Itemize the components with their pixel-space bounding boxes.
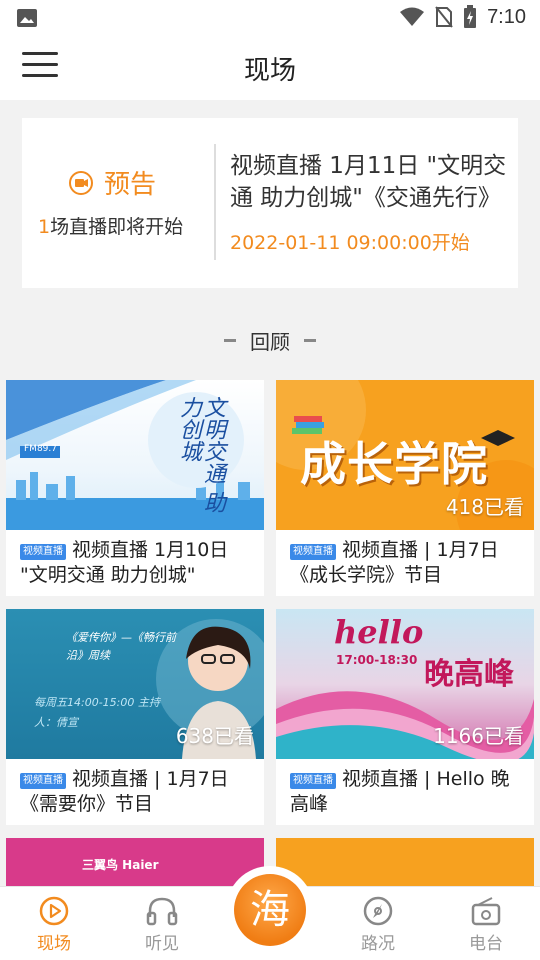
battery-charging-icon <box>464 5 477 28</box>
thumbnail-title: 晚高峰 <box>424 657 514 692</box>
upcoming-number: 1 <box>38 216 51 238</box>
thumbnail-title: 成长学院 <box>300 437 488 491</box>
video-live-tag: 视频直播 <box>290 773 336 789</box>
play-circle-icon <box>39 896 69 926</box>
upcoming-title: 视频直播 1月11日 "文明交通 助力创城"《交通先行》 <box>230 153 507 211</box>
video-card[interactable]: hello 17:00-18:30 晚高峰 1166已看 视频直播 视频直播 |… <box>276 609 534 825</box>
nav-item-radio[interactable]: 电台 <box>446 887 526 960</box>
video-thumbnail: hello 17:00-18:30 晚高峰 1166已看 <box>276 609 534 759</box>
video-live-tag: 视频直播 <box>20 773 66 789</box>
video-card[interactable]: FM89.7 文明交通 助力创城 视频直播 视频直播 1月10日 "文明交通 助… <box>6 380 264 596</box>
no-sim-icon <box>435 6 453 28</box>
thumbnail-hello: hello <box>334 613 424 651</box>
compass-icon <box>363 896 393 926</box>
view-count: 418已看 <box>445 495 524 519</box>
upcoming-count: 1场直播即将开始 <box>38 212 183 239</box>
dash <box>224 339 236 342</box>
center-home-button[interactable]: 海 <box>226 866 314 954</box>
video-thumbnail: 成长学院 418已看 <box>276 380 534 530</box>
video-card[interactable] <box>276 838 534 886</box>
review-section-header: 回顾 <box>0 326 540 355</box>
thumbnail-caption: 17:00-18:30 <box>336 653 418 667</box>
video-thumbnail <box>276 838 534 886</box>
image-icon <box>17 9 37 27</box>
nav-label: 电台 <box>469 934 503 954</box>
video-card[interactable]: 成长学院 418已看 视频直播 视频直播 | 1月7日《成长学院》节目 <box>276 380 534 596</box>
video-live-tag: 视频直播 <box>290 544 336 560</box>
radio-icon <box>471 897 501 926</box>
preview-badge: 预告 <box>104 170 157 200</box>
clock: 7:10 <box>487 5 526 28</box>
video-card[interactable]: 《爱传你》—《畅行前沿》周续 每周五14:00-15:00 主持人：倩宣 638… <box>6 609 264 825</box>
headphones-icon <box>146 897 178 926</box>
nav-label: 现场 <box>37 934 71 954</box>
nav-item-traffic[interactable]: 路况 <box>338 887 418 960</box>
thumbnail-title: 《爱传你》—《畅行前沿》周续 <box>66 631 176 662</box>
wifi-icon <box>400 7 425 26</box>
thumbnail-title: 三翼鸟 Haier <box>82 858 159 872</box>
nav-label: 路况 <box>361 934 395 954</box>
upcoming-time: 2022-01-11 09:00:00开始 <box>230 232 470 254</box>
nav-label: 听见 <box>145 934 179 954</box>
thumbnail-title: 文明交通 助力创城 <box>176 396 225 513</box>
nav-item-listen[interactable]: 听见 <box>122 887 202 960</box>
dash <box>304 339 316 342</box>
video-card[interactable]: 三翼鸟 Haier <box>6 838 264 886</box>
section-label: 回顾 <box>250 330 290 354</box>
upcoming-live-card[interactable]: 预告 1场直播即将开始 视频直播 1月11日 "文明交通 助力创城"《交通先行》… <box>22 118 518 288</box>
upcoming-summary: 预告 1场直播即将开始 <box>22 118 214 288</box>
upcoming-count-text: 场直播即将开始 <box>50 216 184 238</box>
thumbnail-caption: 每周五14:00-15:00 主持人：倩宣 <box>34 696 160 729</box>
nav-item-live[interactable]: 现场 <box>14 887 94 960</box>
page-title: 现场 <box>243 56 296 86</box>
video-thumbnail: FM89.7 文明交通 助力创城 <box>6 380 264 530</box>
video-live-tag: 视频直播 <box>20 544 66 560</box>
view-count: 638已看 <box>175 724 254 748</box>
video-thumbnail: 《爱传你》—《畅行前沿》周续 每周五14:00-15:00 主持人：倩宣 638… <box>6 609 264 759</box>
divider <box>214 144 216 260</box>
thumbnail-art <box>6 380 264 530</box>
view-count: 1166已看 <box>433 724 524 748</box>
thumbnail-caption: FM89.7 <box>24 444 57 454</box>
status-bar: 7:10 <box>0 0 540 36</box>
video-thumbnail: 三翼鸟 Haier <box>6 838 264 886</box>
center-logo: 海 <box>234 874 306 946</box>
video-camera-icon <box>69 170 93 195</box>
app-header: 现场 <box>0 36 540 100</box>
